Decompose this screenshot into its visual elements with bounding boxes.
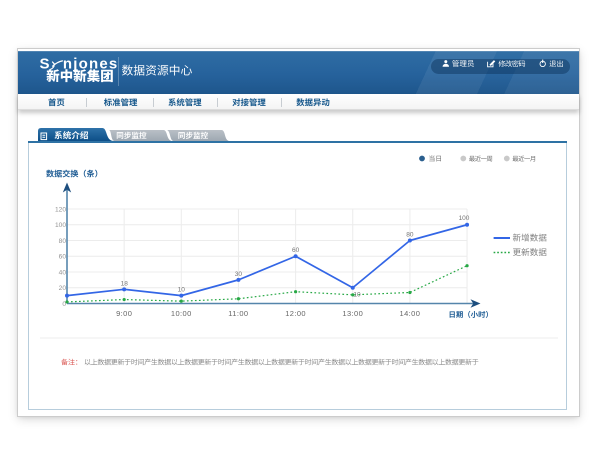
svg-text:80: 80	[59, 238, 67, 245]
svg-text:9:00: 9:00	[116, 309, 132, 318]
svg-text:20: 20	[59, 285, 67, 292]
svg-text:0: 0	[62, 301, 66, 308]
svg-text:18: 18	[121, 280, 129, 287]
svg-text:80: 80	[406, 232, 414, 239]
svg-text:100: 100	[55, 222, 66, 229]
svg-text:13:00: 13:00	[342, 309, 363, 318]
svg-text:14:00: 14:00	[400, 309, 421, 318]
svg-text:30: 30	[235, 271, 243, 278]
svg-text:100: 100	[459, 215, 470, 222]
svg-text:11:00: 11:00	[228, 309, 248, 318]
svg-text:10: 10	[178, 287, 186, 294]
svg-text:60: 60	[59, 254, 67, 261]
svg-text:10:00: 10:00	[171, 309, 192, 318]
svg-text:40: 40	[59, 269, 67, 276]
svg-text:12:00: 12:00	[285, 309, 306, 318]
svg-text:10: 10	[353, 291, 361, 298]
svg-text:120: 120	[55, 206, 66, 213]
svg-text:60: 60	[292, 247, 300, 254]
